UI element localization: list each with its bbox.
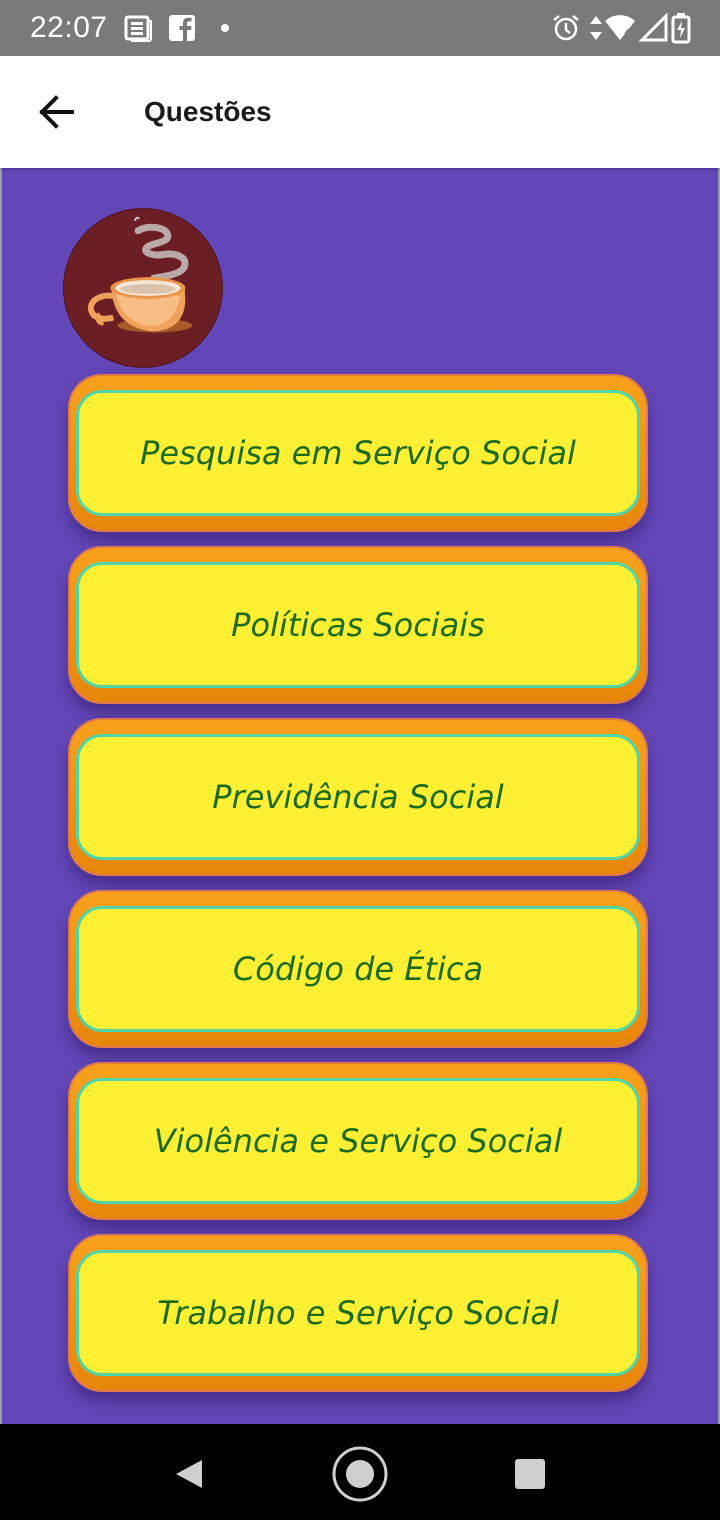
topic-label: Pesquisa em Serviço Social [140, 434, 576, 472]
status-bar: 22:07 4 [0, 0, 720, 56]
nav-home-icon [332, 1446, 388, 1502]
nav-back-button[interactable] [158, 1444, 218, 1504]
nav-home-button[interactable] [330, 1444, 390, 1504]
nav-back-icon [176, 1460, 202, 1488]
topic-button-face[interactable]: Previdência Social [76, 734, 640, 860]
screen: 22:07 4 Questões Pesquisa em Serviço Soc… [0, 0, 720, 1520]
topic-button-face[interactable]: Políticas Sociais [76, 562, 640, 688]
topic-button-face[interactable]: Pesquisa em Serviço Social [76, 390, 640, 516]
topic-button-politicas[interactable]: Políticas Sociais [68, 546, 648, 704]
signal-icon [638, 12, 670, 44]
coffee-cup-icon [87, 216, 193, 333]
nav-recents-icon [515, 1459, 545, 1489]
logo [63, 208, 223, 368]
topic-button-face[interactable]: Violência e Serviço Social [76, 1078, 640, 1204]
topic-label: Previdência Social [212, 778, 504, 816]
svg-text:4: 4 [624, 28, 630, 39]
data-arrows-icon [586, 12, 606, 44]
back-button[interactable] [26, 82, 86, 142]
topic-label: Violência e Serviço Social [153, 1122, 563, 1160]
app-bar: Questões [0, 56, 720, 168]
navigation-bar [0, 1424, 720, 1520]
facebook-icon [166, 12, 198, 44]
topic-button-face[interactable]: Trabalho e Serviço Social [76, 1250, 640, 1376]
topic-button-previdencia[interactable]: Previdência Social [68, 718, 648, 876]
battery-charging-icon [670, 12, 692, 44]
topic-button-trabalho[interactable]: Trabalho e Serviço Social [68, 1234, 648, 1392]
topic-label: Código de Ética [232, 950, 484, 988]
page-title: Questões [144, 96, 272, 127]
wifi-icon: 4 [604, 12, 636, 44]
topic-label: Políticas Sociais [231, 606, 485, 644]
arrow-back-icon [39, 95, 74, 129]
nav-recents-button[interactable] [500, 1444, 560, 1504]
dot-icon [212, 12, 244, 44]
topics-panel: Pesquisa em Serviço Social Políticas Soc… [0, 168, 720, 1424]
status-time: 22:07 [30, 11, 108, 44]
topic-button-face[interactable]: Código de Ética [76, 906, 640, 1032]
news-icon [122, 12, 154, 44]
topic-label: Trabalho e Serviço Social [157, 1294, 559, 1332]
topic-button-codigo-etica[interactable]: Código de Ética [68, 890, 648, 1048]
topic-button-pesquisa[interactable]: Pesquisa em Serviço Social [68, 374, 648, 532]
alarm-icon [550, 12, 582, 44]
topic-button-violencia[interactable]: Violência e Serviço Social [68, 1062, 648, 1220]
